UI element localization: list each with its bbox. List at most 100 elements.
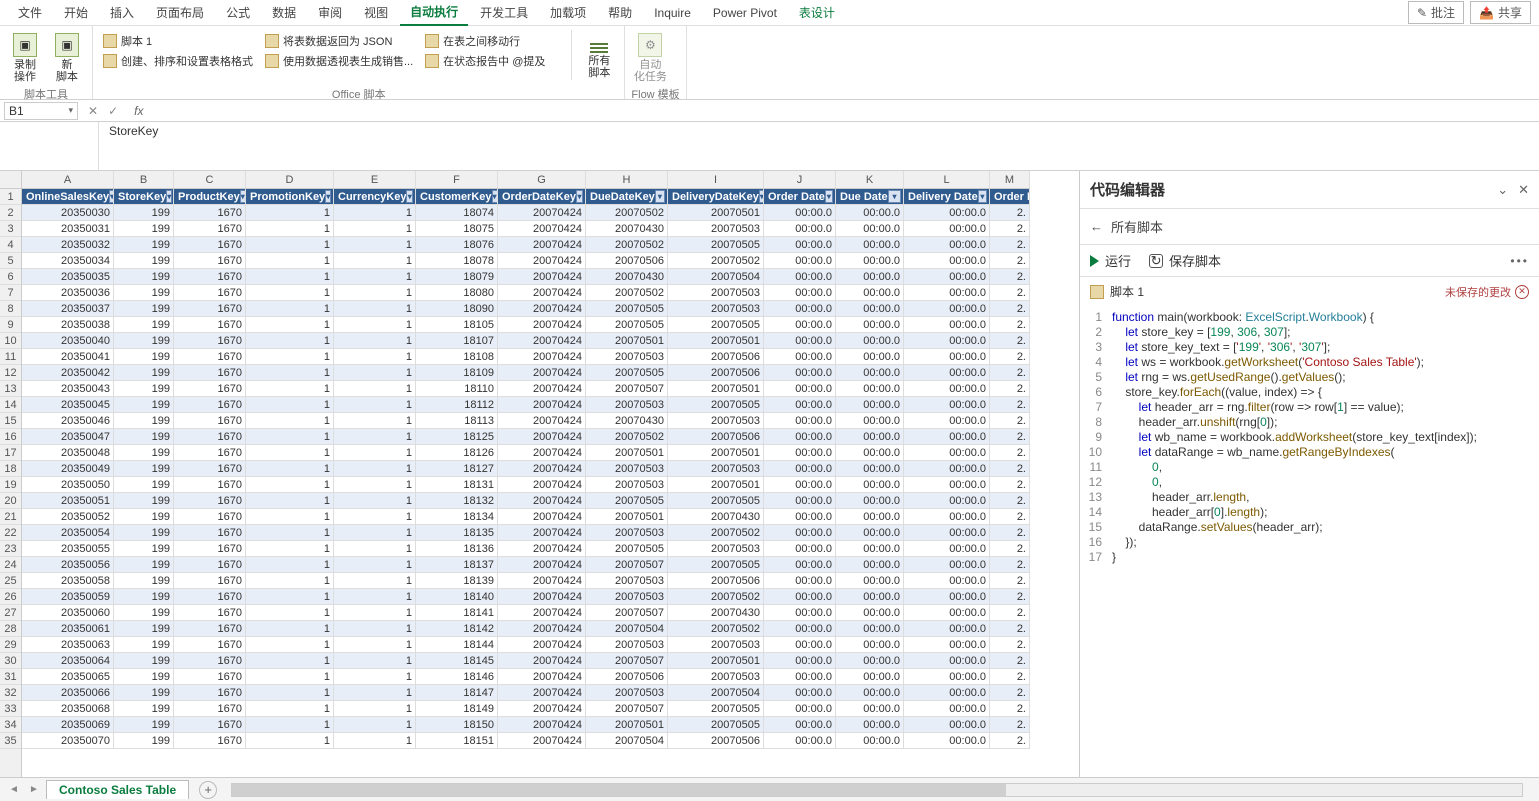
row-header[interactable]: 27 <box>0 605 21 621</box>
cell[interactable]: 20350050 <box>22 477 114 493</box>
cell[interactable]: 00:00.0 <box>904 285 990 301</box>
cell[interactable]: 2. <box>990 237 1030 253</box>
cell[interactable]: 00:00.0 <box>836 365 904 381</box>
row-header[interactable]: 14 <box>0 397 21 413</box>
cell[interactable]: 199 <box>114 717 174 733</box>
tab-1[interactable]: 开始 <box>54 0 98 25</box>
cell[interactable]: 00:00.0 <box>836 685 904 701</box>
cell[interactable]: 199 <box>114 637 174 653</box>
cell[interactable]: 1 <box>334 413 416 429</box>
cell[interactable]: 1 <box>334 333 416 349</box>
cell[interactable]: 00:00.0 <box>764 589 836 605</box>
cell[interactable]: 20070505 <box>586 301 668 317</box>
more-icon[interactable]: ••• <box>1510 254 1529 268</box>
row-header[interactable]: 33 <box>0 701 21 717</box>
cell[interactable]: 1 <box>246 237 334 253</box>
cell[interactable]: 2. <box>990 285 1030 301</box>
row-header[interactable]: 7 <box>0 285 21 301</box>
table-header-cell[interactable]: ProductKey▾ <box>174 189 246 205</box>
row-header[interactable]: 23 <box>0 541 21 557</box>
cell[interactable]: 20070502 <box>586 429 668 445</box>
cell[interactable]: 20350066 <box>22 685 114 701</box>
cell[interactable]: 199 <box>114 669 174 685</box>
script-item[interactable]: 创建、排序和设置表格格式 <box>99 52 257 70</box>
cell[interactable]: 20070502 <box>668 253 764 269</box>
cell[interactable]: 20070502 <box>586 205 668 221</box>
cell[interactable]: 00:00.0 <box>836 301 904 317</box>
tab-8[interactable]: 自动执行 <box>400 0 468 26</box>
cell[interactable]: 2. <box>990 605 1030 621</box>
table-header-cell[interactable]: CustomerKey▾ <box>416 189 498 205</box>
cell[interactable]: 18080 <box>416 285 498 301</box>
next-sheet-icon[interactable]: ► <box>26 782 42 798</box>
cell[interactable]: 2. <box>990 637 1030 653</box>
cell[interactable]: 00:00.0 <box>836 221 904 237</box>
discard-icon[interactable]: ✕ <box>1515 285 1529 299</box>
cell[interactable]: 00:00.0 <box>904 381 990 397</box>
cell[interactable]: 20350038 <box>22 317 114 333</box>
cell[interactable]: 2. <box>990 333 1030 349</box>
cell[interactable]: 20070504 <box>586 621 668 637</box>
cell[interactable]: 20070502 <box>668 589 764 605</box>
cell[interactable]: 1 <box>334 509 416 525</box>
cell[interactable]: 20070424 <box>498 669 586 685</box>
tab-2[interactable]: 插入 <box>100 0 144 25</box>
cell[interactable]: 2. <box>990 589 1030 605</box>
cell[interactable]: 00:00.0 <box>764 701 836 717</box>
row-header[interactable]: 21 <box>0 509 21 525</box>
row-header[interactable]: 34 <box>0 717 21 733</box>
cell[interactable]: 00:00.0 <box>836 477 904 493</box>
cell[interactable]: 20070502 <box>668 621 764 637</box>
cell[interactable]: 20070424 <box>498 605 586 621</box>
cell[interactable]: 1 <box>334 621 416 637</box>
cell[interactable]: 20070424 <box>498 365 586 381</box>
cell[interactable]: 20070424 <box>498 413 586 429</box>
cell[interactable]: 1 <box>334 605 416 621</box>
cell[interactable]: 20070424 <box>498 557 586 573</box>
tab-6[interactable]: 审阅 <box>308 0 352 25</box>
row-header[interactable]: 18 <box>0 461 21 477</box>
cell[interactable]: 00:00.0 <box>904 541 990 557</box>
prev-sheet-icon[interactable]: ◄ <box>6 782 22 798</box>
cell[interactable]: 20070424 <box>498 733 586 749</box>
cell[interactable]: 1670 <box>174 333 246 349</box>
cell[interactable]: 00:00.0 <box>904 621 990 637</box>
cell[interactable]: 00:00.0 <box>764 525 836 541</box>
cell[interactable]: 199 <box>114 365 174 381</box>
cell[interactable]: 20070503 <box>668 461 764 477</box>
cell[interactable]: 00:00.0 <box>836 237 904 253</box>
cell[interactable]: 199 <box>114 253 174 269</box>
cell[interactable]: 00:00.0 <box>904 413 990 429</box>
cell[interactable]: 00:00.0 <box>764 301 836 317</box>
cell[interactable]: 00:00.0 <box>836 349 904 365</box>
cell[interactable]: 20350040 <box>22 333 114 349</box>
cell[interactable]: 1670 <box>174 349 246 365</box>
cell[interactable]: 199 <box>114 525 174 541</box>
accept-icon[interactable]: ✓ <box>108 104 118 118</box>
cell[interactable]: 199 <box>114 573 174 589</box>
cell[interactable]: 00:00.0 <box>904 477 990 493</box>
cell[interactable]: 20350046 <box>22 413 114 429</box>
code-lines[interactable]: function main(workbook: ExcelScript.Work… <box>1108 310 1539 777</box>
cell[interactable]: 1 <box>246 541 334 557</box>
cell[interactable]: 199 <box>114 445 174 461</box>
cell[interactable]: 2. <box>990 381 1030 397</box>
cell[interactable]: 00:00.0 <box>904 589 990 605</box>
cell[interactable]: 00:00.0 <box>904 717 990 733</box>
cell[interactable]: 1 <box>334 269 416 285</box>
col-header[interactable]: M <box>990 171 1030 188</box>
cell[interactable]: 00:00.0 <box>904 269 990 285</box>
cell[interactable]: 1 <box>334 653 416 669</box>
cell[interactable]: 1 <box>334 717 416 733</box>
cell[interactable]: 00:00.0 <box>764 461 836 477</box>
cell[interactable]: 00:00.0 <box>764 269 836 285</box>
cell[interactable]: 00:00.0 <box>764 509 836 525</box>
cell[interactable]: 2. <box>990 461 1030 477</box>
cell[interactable]: 1 <box>334 221 416 237</box>
cell[interactable]: 20350063 <box>22 637 114 653</box>
cell[interactable]: 20070504 <box>668 685 764 701</box>
cell[interactable]: 1 <box>246 557 334 573</box>
script-item[interactable]: 脚本 1 <box>99 32 257 50</box>
cell[interactable]: 2. <box>990 717 1030 733</box>
cell[interactable]: 20350056 <box>22 557 114 573</box>
